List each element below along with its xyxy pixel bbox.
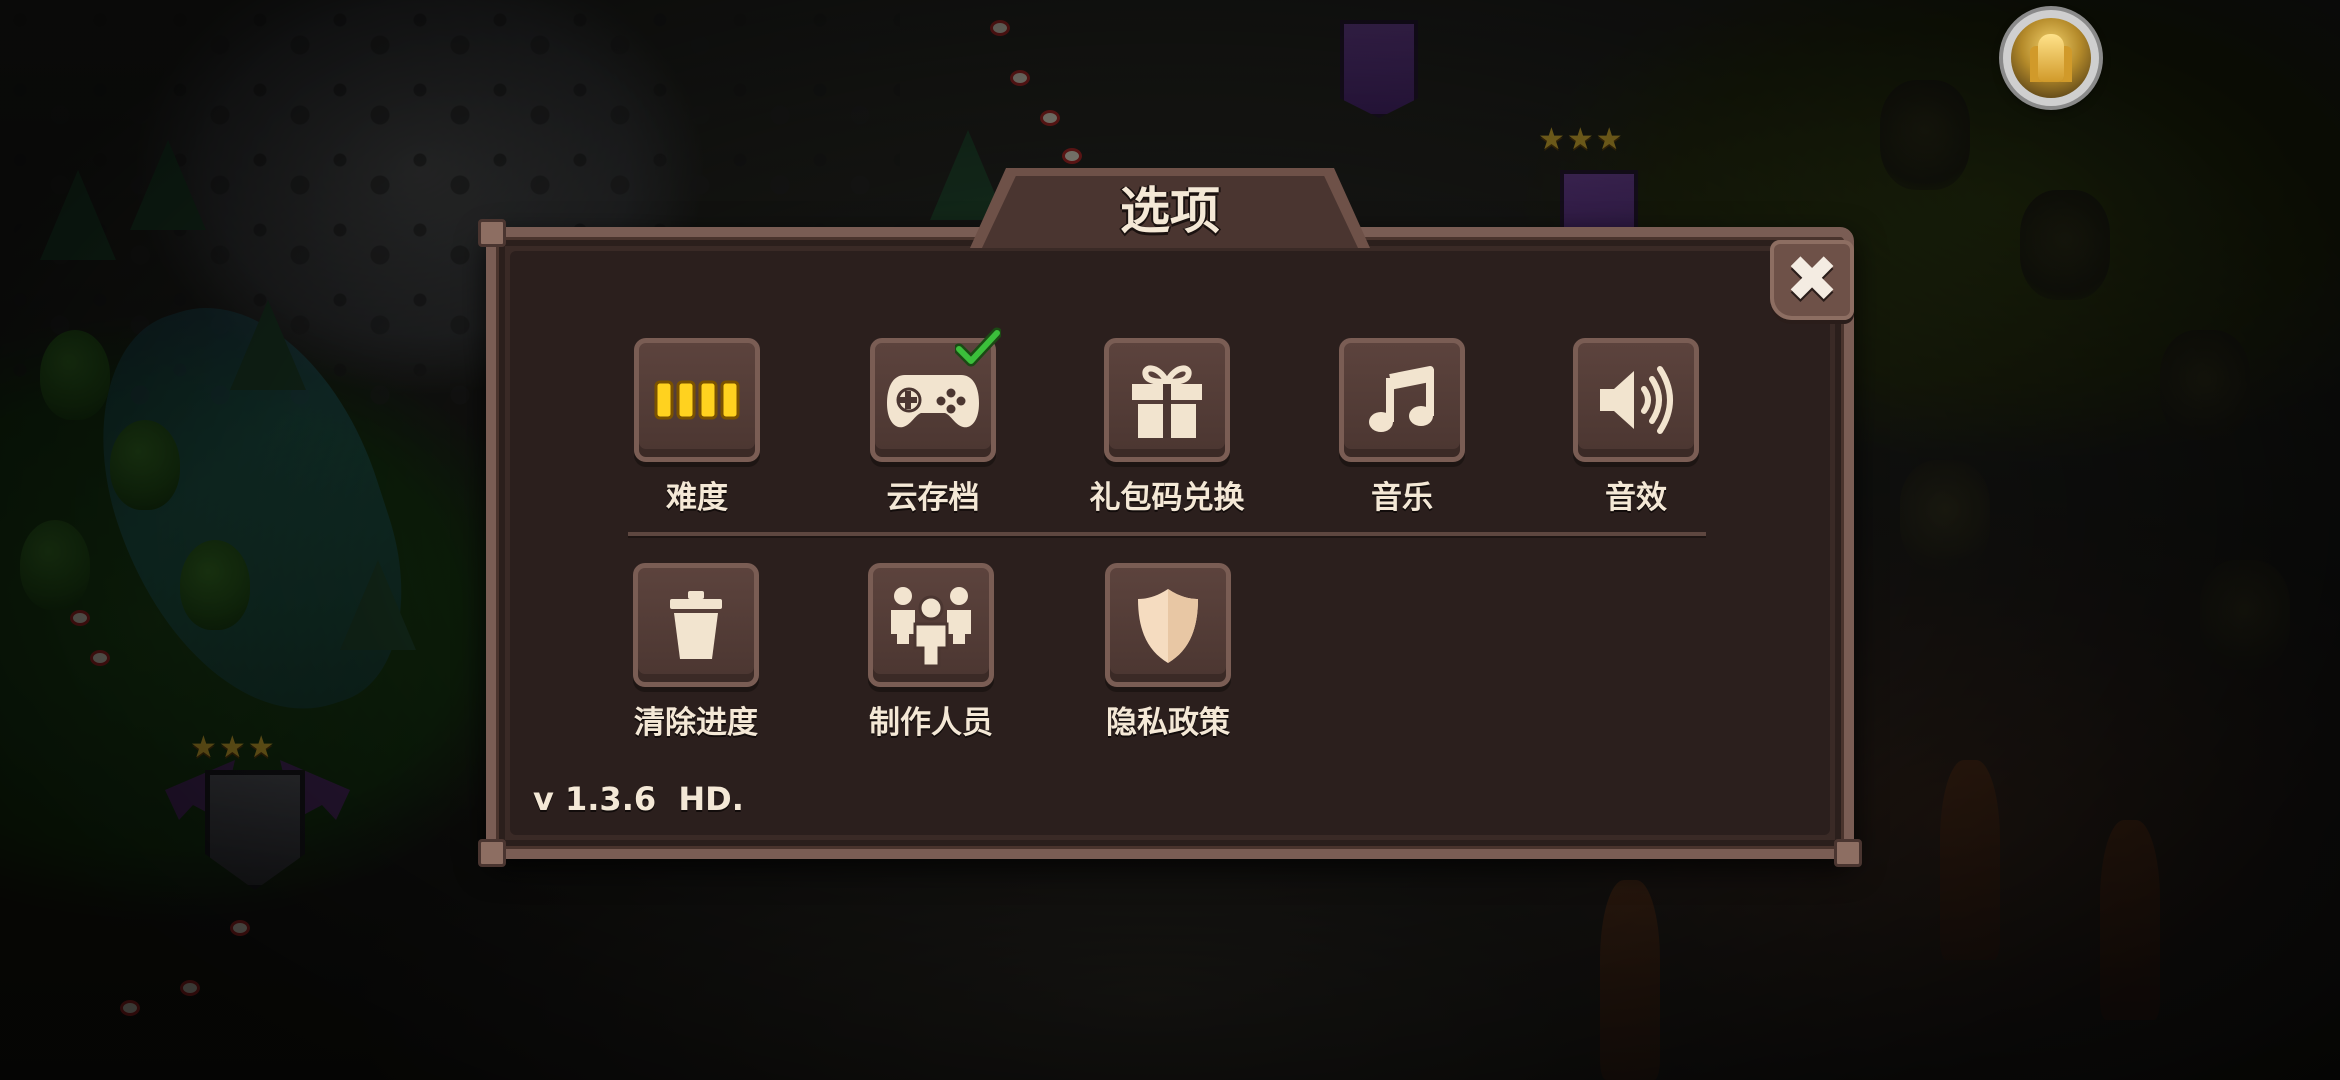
privacy-policy-tile[interactable] bbox=[1105, 563, 1231, 687]
gift-icon bbox=[1132, 365, 1202, 438]
options-dialog bbox=[478, 219, 1862, 867]
hero-figure bbox=[2038, 34, 2064, 82]
music-tile[interactable] bbox=[1339, 338, 1465, 462]
shield-icon bbox=[1138, 589, 1198, 663]
sound-effects-tile[interactable] bbox=[1573, 338, 1699, 462]
option-music[interactable]: 音乐 bbox=[1317, 338, 1487, 517]
close-icon: ✖ bbox=[1785, 243, 1839, 317]
difficulty-bars-icon bbox=[654, 380, 740, 420]
corner-rivet bbox=[1834, 839, 1862, 867]
hero-avatar-button[interactable] bbox=[2003, 10, 2099, 106]
option-label: 音乐 bbox=[1371, 480, 1433, 516]
option-label: 隐私政策 bbox=[1106, 705, 1230, 741]
options-divider bbox=[628, 532, 1706, 538]
people-icon bbox=[891, 587, 971, 668]
difficulty-tile[interactable] bbox=[634, 338, 760, 462]
option-label: 清除进度 bbox=[634, 705, 758, 741]
cloud-save-tile[interactable] bbox=[870, 327, 1001, 462]
speaker-icon bbox=[1600, 366, 1673, 434]
credits-tile[interactable] bbox=[868, 563, 994, 687]
option-cloud-save[interactable]: 云存档 bbox=[848, 327, 1018, 517]
version-label: v 1.3.6 HD. bbox=[533, 780, 744, 818]
clear-progress-tile[interactable] bbox=[633, 563, 759, 687]
option-gift-code[interactable]: 礼包码兑换 bbox=[1082, 338, 1252, 517]
gift-code-tile[interactable] bbox=[1104, 338, 1230, 462]
option-label: 制作人员 bbox=[869, 705, 993, 741]
option-label: 音效 bbox=[1605, 480, 1667, 516]
option-difficulty[interactable]: 难度 bbox=[612, 338, 782, 517]
option-sound-effects[interactable]: 音效 bbox=[1551, 338, 1721, 517]
option-label: 云存档 bbox=[886, 480, 980, 516]
hero-portrait-icon bbox=[2011, 18, 2091, 98]
checkmark-icon bbox=[955, 327, 1001, 367]
option-label: 礼包码兑换 bbox=[1089, 480, 1245, 516]
option-privacy-policy[interactable]: 隐私政策 bbox=[1083, 563, 1253, 742]
gamepad-icon bbox=[887, 375, 979, 428]
dialog-title: 选项 bbox=[1120, 182, 1220, 240]
trash-icon bbox=[670, 591, 722, 659]
corner-rivet bbox=[478, 839, 506, 867]
music-note-icon bbox=[1369, 366, 1434, 432]
game-screen: ★★★ ★★★ 选项 ✖ 难度 bbox=[0, 0, 2340, 1080]
option-label: 难度 bbox=[666, 480, 728, 516]
option-credits[interactable]: 制作人员 bbox=[846, 563, 1016, 742]
option-clear-progress[interactable]: 清除进度 bbox=[611, 563, 781, 742]
close-button[interactable]: ✖ bbox=[1770, 240, 1854, 320]
corner-rivet bbox=[478, 219, 506, 247]
